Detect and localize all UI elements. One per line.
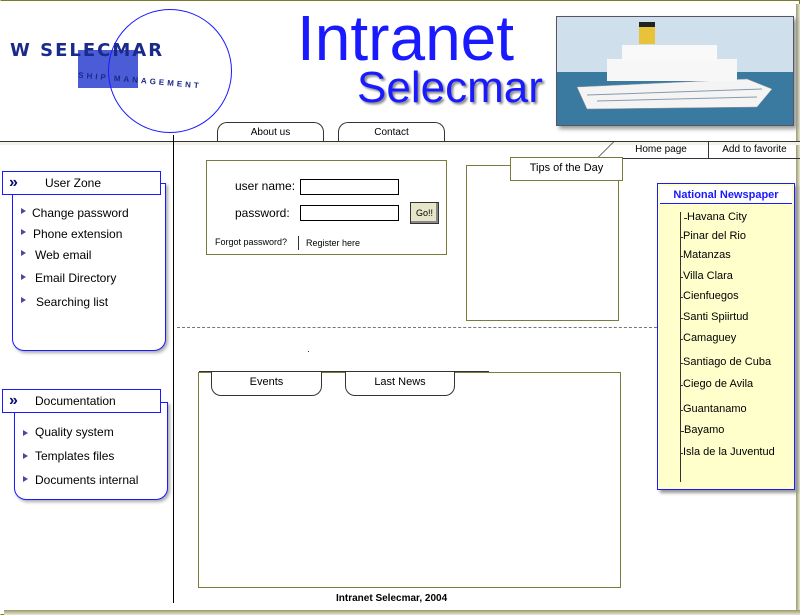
documentation-header: » Documentation	[2, 389, 161, 413]
site-subtitle: Selecmar	[357, 63, 543, 112]
newspaper-item-guantanamo[interactable]: Guantanamo	[680, 403, 747, 415]
double-chevron-icon: »	[9, 392, 18, 409]
newspaper-item-villa-clara[interactable]: Villa Clara	[680, 270, 733, 282]
login-go-button[interactable]: Go!!	[410, 202, 439, 224]
bullet-arrow-icon	[23, 476, 28, 482]
newspaper-item-pinar-del-rio[interactable]: Pinar del Rio	[680, 230, 746, 242]
tab-events[interactable]: Events	[211, 372, 322, 396]
phone-extension-link[interactable]: Phone extension	[33, 227, 122, 241]
newspaper-title: National Newspaper	[660, 186, 792, 204]
newspaper-item-ciego-de-avila[interactable]: Ciego de Avila	[679, 378, 753, 390]
register-link[interactable]: Register here	[306, 238, 360, 248]
password-label: password:	[235, 206, 290, 220]
ship-illustration	[557, 17, 793, 125]
bullet-arrow-icon	[21, 208, 26, 214]
documents-internal-link[interactable]: Documents internal	[35, 473, 138, 487]
email-directory-link[interactable]: Email Directory	[35, 271, 116, 285]
bullet-arrow-icon	[23, 453, 28, 459]
newspaper-item-cienfuegos[interactable]: Cienfuegos	[680, 290, 739, 302]
tips-panel	[466, 165, 619, 321]
double-chevron-icon: »	[9, 174, 18, 191]
bullet-arrow-icon	[21, 250, 26, 256]
username-input[interactable]	[300, 179, 399, 195]
bullet-arrow-icon	[21, 297, 26, 303]
newspaper-tree-line	[680, 212, 681, 482]
change-password-link[interactable]: Change password	[32, 206, 129, 220]
footer-copyright: Intranet Selecmar, 2004	[336, 593, 448, 604]
sidebar-divider	[173, 135, 174, 603]
newspaper-item-camaguey[interactable]: Camaguey	[679, 332, 736, 344]
tab-last-news[interactable]: Last News	[345, 372, 455, 396]
searching-list-link[interactable]: Searching list	[36, 295, 108, 309]
logo-circle	[108, 9, 232, 133]
bullet-arrow-icon	[21, 274, 26, 280]
newspaper-item-havana-city[interactable]: Havana City	[684, 211, 747, 223]
frame-shadow-right	[796, 4, 800, 610]
add-to-favorite-link[interactable]: Add to favorite	[708, 141, 800, 159]
documentation-title: Documentation	[35, 394, 116, 408]
templates-files-link[interactable]: Templates files	[35, 449, 114, 463]
home-page-link[interactable]: Home page	[614, 141, 708, 159]
content-dashed-divider	[177, 327, 657, 328]
user-zone-header: » User Zone	[2, 171, 161, 195]
quality-system-link[interactable]: Quality system	[35, 425, 114, 439]
cruise-ship-image	[556, 16, 794, 126]
password-input[interactable]	[300, 205, 399, 221]
web-email-link[interactable]: Web email	[35, 248, 91, 262]
tips-title: Tips of the Day	[510, 157, 623, 181]
bullet-arrow-icon	[23, 430, 28, 436]
newspaper-item-santiago-de-cuba[interactable]: Santiago de Cuba	[679, 356, 771, 368]
events-news-panel	[198, 372, 621, 588]
user-zone-title: User Zone	[45, 176, 102, 190]
newspaper-item-santi-spiirtud[interactable]: Santi Spiirtud	[679, 311, 748, 323]
login-link-separator	[298, 236, 299, 250]
username-label: user name:	[235, 179, 296, 193]
forgot-password-link[interactable]: Forgot password?	[215, 237, 287, 247]
frame-shadow-bottom	[4, 610, 800, 615]
newspaper-item-matanzas[interactable]: Matanzas	[680, 249, 731, 261]
bullet-arrow-icon	[21, 229, 26, 235]
newspaper-item-bayamo[interactable]: Bayamo	[680, 424, 724, 436]
newspaper-item-isla-de-la-juventud[interactable]: Isla de la Juventud	[680, 446, 775, 458]
site-title: Intranet	[297, 2, 515, 74]
stray-dot	[308, 351, 309, 352]
